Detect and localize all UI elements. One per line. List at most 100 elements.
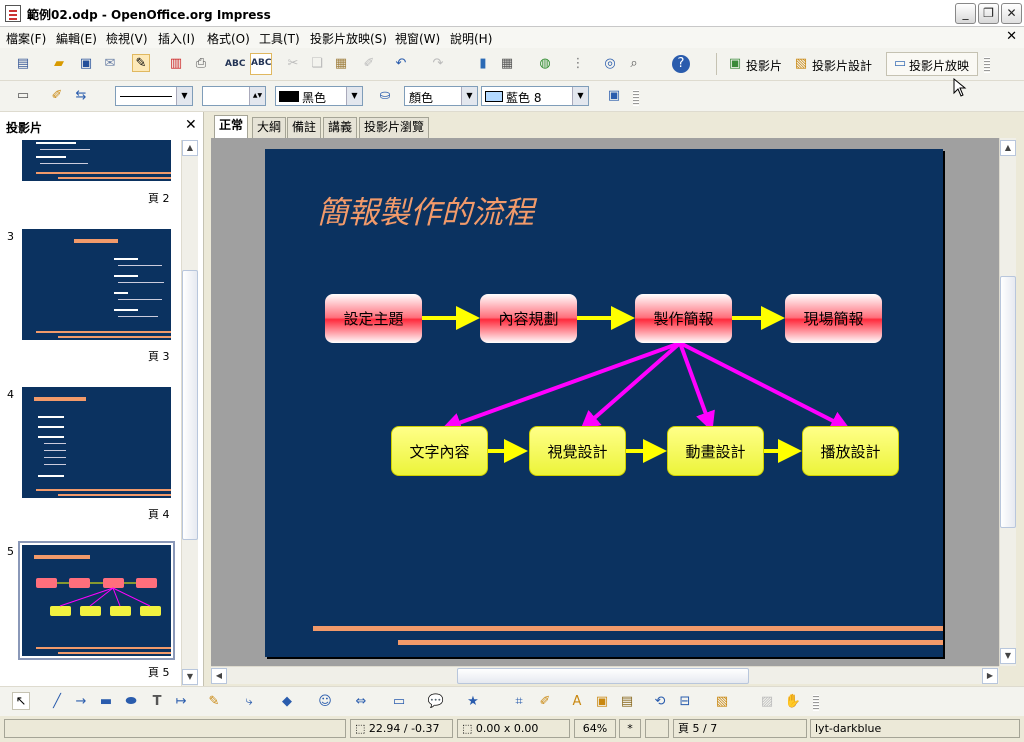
line-tool-icon[interactable]: ╱ [48,693,66,711]
menu-window[interactable]: 視窗(W) [395,30,440,47]
menu-format[interactable]: 格式(O) [207,30,250,47]
undo-icon[interactable]: ↶ [392,55,410,73]
callouts-icon[interactable]: 💬 [427,693,445,711]
fontwork-icon[interactable]: A [568,693,586,711]
flow-step-1[interactable]: 設定主題 [325,294,422,343]
menu-file[interactable]: 檔案(F) [6,30,46,47]
flow-substep-3[interactable]: 動畫設計 [667,426,764,476]
toolbar-overflow-icon[interactable] [813,695,819,711]
zoom-icon[interactable]: ⌕ [625,55,643,73]
menu-help[interactable]: 說明(H) [450,30,492,47]
slide-thumbnail-5[interactable] [18,541,175,660]
slide-thumbnail-4[interactable] [22,387,171,498]
shadow-icon[interactable]: ▣ [605,87,623,105]
slide-design-icon[interactable]: ▧ [792,55,810,73]
minimize-button[interactable]: _ [955,3,976,24]
scroll-up-icon[interactable]: ▲ [1000,140,1016,156]
area-fill-icon[interactable]: ⛀ [376,87,394,105]
tab-outline[interactable]: 大綱 [252,117,287,138]
arrow-to-b2[interactable] [579,341,682,431]
canvas-vertical-scrollbar[interactable]: ▲ ▼ [999,138,1016,666]
grid-icon[interactable]: ⋮ [569,55,587,73]
glue-points-icon[interactable]: ✐ [536,693,554,711]
gallery-icon[interactable]: ▤ [618,693,636,711]
line-width-field[interactable]: ▲▼ [202,86,266,106]
connector-icon[interactable]: ⤷ [240,693,258,711]
email-icon[interactable]: ✉ [101,55,119,73]
panel-splitter[interactable] [204,112,211,686]
slides-panel-scrollbar[interactable]: ▲ ▼ [181,140,198,686]
flowchart-icon[interactable]: ▭ [390,693,408,711]
curve-icon[interactable]: ✎ [205,693,223,711]
block-arrows-icon[interactable]: ⇔ [352,693,370,711]
area-style-select[interactable]: 顏色 ▼ [404,86,478,106]
table-icon[interactable]: ▦ [498,55,516,73]
export-pdf-icon[interactable]: ▥ [167,55,185,73]
tab-notes[interactable]: 備註 [287,117,322,138]
new-document-icon[interactable]: ▤ [14,55,32,73]
toggle-extrusion-icon[interactable]: ✋ [784,693,802,711]
gallery-icon[interactable]: ◍ [536,55,554,73]
line-settings-icon[interactable]: ▭ [14,87,32,105]
save-icon[interactable]: ▣ [77,55,95,73]
points-icon[interactable]: ⌗ [510,693,528,711]
scrollbar-thumb[interactable] [457,668,749,684]
status-signature[interactable] [645,719,669,738]
from-file-icon[interactable]: ▣ [593,693,611,711]
canvas-horizontal-scrollbar[interactable]: ◀ ▶ [211,666,999,684]
arrow-to-b1[interactable] [441,341,681,432]
clone-format-icon[interactable]: ✐ [360,55,378,73]
menu-tools[interactable]: 工具(T) [259,30,300,47]
open-folder-icon[interactable]: ▰ [50,55,68,73]
flow-substep-2[interactable]: 視覺設計 [529,426,626,476]
flow-substep-4[interactable]: 播放設計 [802,426,899,476]
current-slide[interactable]: 簡報製作的流程 設定主題 內容規劃 製作簡報 現場簡報 文字內容 視覺設計 動畫… [265,149,943,657]
stars-icon[interactable]: ★ [464,693,482,711]
flow-substep-1[interactable]: 文字內容 [391,426,488,476]
area-color-select[interactable]: 藍色 8 ▼ [481,86,589,106]
extrusion-icon[interactable]: ▨ [758,693,776,711]
redo-icon[interactable]: ↷ [429,55,447,73]
scroll-up-icon[interactable]: ▲ [182,140,198,156]
slideshow-icon[interactable]: ▭ [891,55,909,73]
chart-icon[interactable]: ▮ [474,55,492,73]
slide-design-button[interactable]: 投影片設計 [812,57,872,74]
menu-edit[interactable]: 編輯(E) [56,30,97,47]
autospellcheck-icon[interactable]: ABC [250,53,272,75]
flow-step-3[interactable]: 製作簡報 [635,294,732,343]
scroll-down-icon[interactable]: ▼ [182,669,198,685]
text-tool-icon[interactable]: T [148,693,166,711]
menu-slideshow[interactable]: 投影片放映(S) [310,30,387,47]
toolbar-overflow-icon[interactable] [984,57,990,73]
status-zoom[interactable]: 64% [574,719,616,738]
close-document-icon[interactable]: ✕ [1006,29,1017,44]
arrow-line-icon[interactable]: → [72,693,90,711]
symbol-shapes-icon[interactable]: ☺ [316,693,334,711]
copy-icon[interactable]: ❏ [308,55,326,73]
tab-normal[interactable]: 正常 [214,115,249,138]
new-slide-icon[interactable]: ▣ [726,55,744,73]
scroll-left-icon[interactable]: ◀ [211,668,227,684]
restore-button[interactable]: ❐ [978,3,999,24]
arrange-icon[interactable]: ▧ [713,693,731,711]
line-style-icon[interactable]: ✐ [48,87,66,105]
slide-thumbnail-2[interactable] [22,140,171,181]
scroll-down-icon[interactable]: ▼ [1000,648,1016,664]
tab-handout[interactable]: 講義 [323,117,358,138]
close-icon[interactable]: ✕ [185,117,197,133]
menu-view[interactable]: 檢視(V) [106,30,148,47]
basic-shapes-icon[interactable]: ◆ [278,693,296,711]
slide-canvas[interactable]: 簡報製作的流程 設定主題 內容規劃 製作簡報 現場簡報 文字內容 視覺設計 動畫… [211,138,999,666]
arrow-style-icon[interactable]: ⇆ [72,87,90,105]
spellcheck-icon[interactable]: ABC [225,55,245,73]
slide-thumbnail-3[interactable] [22,229,171,340]
select-pointer-icon[interactable]: ↖ [12,692,30,710]
line-style-select[interactable]: ▼ [115,86,193,106]
scrollbar-thumb[interactable] [1000,276,1016,528]
scrollbar-thumb[interactable] [182,270,198,540]
alignment-icon[interactable]: ⊟ [676,693,694,711]
line-color-select[interactable]: 黑色 ▼ [275,86,363,106]
slideshow-button[interactable]: 投影片放映 [909,57,969,74]
ellipse-icon[interactable]: ⬬ [122,693,140,711]
slide-button[interactable]: 投影片 [746,57,782,74]
